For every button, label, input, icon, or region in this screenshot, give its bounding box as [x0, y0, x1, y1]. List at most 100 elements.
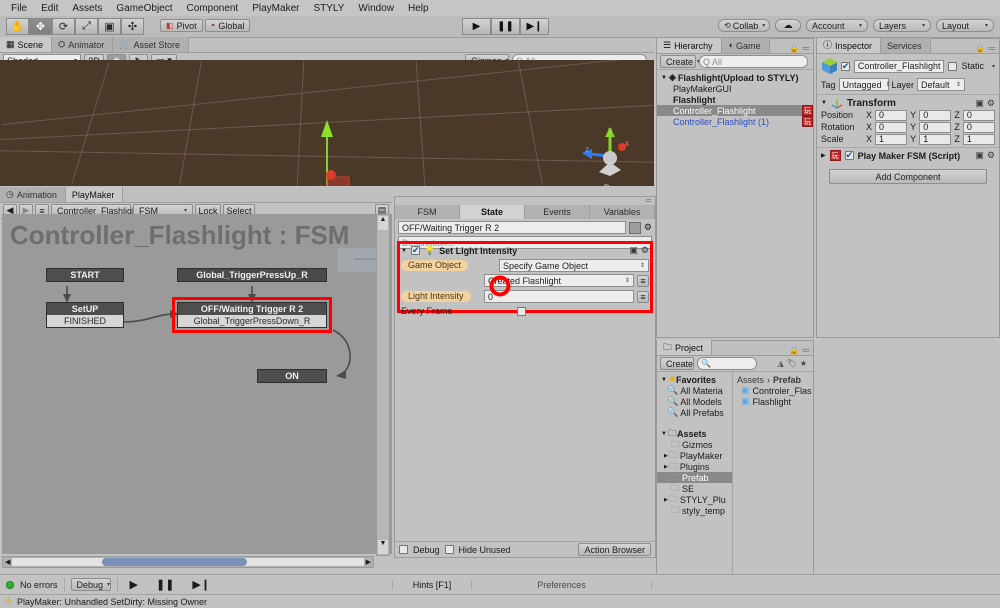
tab-hierarchy[interactable]: ☰ Hierarchy [657, 38, 722, 53]
state-node-trigger-press-up[interactable]: Global_TriggerPressUp_R [177, 268, 327, 282]
scroll-right-icon[interactable]: ▶ [364, 558, 373, 566]
menu-item-component[interactable]: Component [180, 3, 246, 14]
rotation-x-input[interactable]: 0 [875, 121, 908, 133]
game-object-menu-button[interactable]: ≡ [637, 274, 649, 287]
chevron-right-icon[interactable]: ▶ [664, 453, 668, 459]
orientation-gizmo[interactable]: y z x [575, 122, 645, 182]
favorite-all-materials[interactable]: 🔍 All Materia [657, 385, 732, 396]
favorite-all-models[interactable]: 🔍 All Models [657, 396, 732, 407]
tab-game[interactable]: ◖ Game [721, 38, 770, 53]
position-z-input[interactable]: 0 [962, 109, 995, 121]
state-color-swatch[interactable] [628, 221, 641, 234]
tab-services[interactable]: Services [881, 38, 931, 53]
global-toggle[interactable]: ◓ Global [204, 19, 251, 32]
layer-dropdown[interactable]: Default ⇕ [917, 78, 966, 91]
chevron-down-icon[interactable]: ▼ [661, 431, 667, 437]
panel-menu-icon[interactable]: ≔ [802, 346, 810, 355]
fsm-graph-canvas[interactable]: Controller_Flashlight : FSM START SetUP … [2, 214, 392, 554]
graph-hscrollbar[interactable]: ◀ ▶ [2, 556, 374, 568]
assets-root[interactable]: ▼ 🗀 Assets [657, 428, 732, 439]
position-y-input[interactable]: 0 [919, 109, 952, 121]
project-search-input[interactable]: 🔍 [697, 357, 757, 370]
filter-type-icon[interactable]: ◮ [778, 359, 784, 368]
hierarchy-root-item[interactable]: ▼ ◈ Flashlight(Upload to STYLY) [657, 72, 813, 83]
hide-unused-checkbox[interactable] [444, 545, 454, 554]
hierarchy-item-flashlight[interactable]: Flashlight [657, 94, 813, 105]
tab-state[interactable]: State [460, 205, 525, 219]
footer-play-button[interactable]: ▶ [124, 578, 144, 591]
lock-icon[interactable]: 🔒 [789, 346, 799, 355]
action-header[interactable]: ▼ 💡 Set Light Intensity ▣ ⚙ [401, 245, 649, 256]
gear-icon[interactable]: ⚙ [641, 245, 649, 256]
cloud-button[interactable]: ☁ [775, 19, 801, 32]
favorite-all-prefabs[interactable]: 🔍 All Prefabs [657, 407, 732, 418]
scene-viewport[interactable]: y z x ‹ Persp [0, 60, 654, 186]
scale-x-input[interactable]: 1 [875, 133, 908, 145]
hand-tool[interactable]: ✋ [6, 18, 29, 35]
hierarchy-item-controller-flashlight[interactable]: Controller_Flashlight 玩 [657, 105, 813, 116]
tab-inspector[interactable]: ⓘ Inspector [817, 38, 882, 53]
state-node-off-waiting[interactable]: OFF/Waiting Trigger R 2 Global_TriggerPr… [177, 302, 327, 328]
menu-item-window[interactable]: Window [351, 3, 401, 14]
hierarchy-item-playmakergui[interactable]: PlayMakerGUI [657, 83, 813, 94]
footer-pause-button[interactable]: ❚❚ [150, 578, 180, 591]
menu-item-file[interactable]: File [4, 3, 34, 14]
preferences-button[interactable]: Preferences [472, 579, 652, 590]
hierarchy-item-controller-flashlight-1[interactable]: Controller_Flashlight (1) 玩 [657, 116, 813, 127]
layout-button[interactable]: Layout ▾ [936, 19, 994, 32]
scale-z-input[interactable]: 1 [962, 133, 995, 145]
tab-variables[interactable]: Variables [590, 205, 655, 219]
tab-asset-store[interactable]: 🛒 Asset Store [113, 37, 190, 52]
lock-icon[interactable]: 🔒 [789, 44, 799, 53]
rotation-y-input[interactable]: 0 [919, 121, 952, 133]
tab-scene[interactable]: ▦ Scene [0, 37, 53, 52]
state-node-event[interactable]: FINISHED [47, 315, 123, 327]
hierarchy-create-button[interactable]: Create ▾ [660, 55, 700, 68]
breadcrumb-assets[interactable]: Assets [737, 375, 764, 385]
project-asset-item[interactable]: ▣ Controler_Flas [733, 385, 813, 396]
gear-icon[interactable]: ⚙ [987, 98, 995, 109]
graph-vscrollbar[interactable]: ▲ ▼ [376, 214, 390, 556]
move-tool[interactable]: ✥ [29, 18, 52, 35]
scroll-down-icon[interactable]: ▼ [378, 540, 388, 554]
chevron-down-icon[interactable]: ▼ [661, 377, 667, 383]
project-asset-item[interactable]: ▣ Flashlight [733, 396, 813, 407]
transform-tool[interactable]: ✣ [121, 18, 144, 35]
tab-animator[interactable]: ⛭ Animator [52, 37, 114, 52]
layers-button[interactable]: Layers ▾ [873, 19, 931, 32]
fsm-enabled-checkbox[interactable] [844, 150, 854, 161]
scroll-up-icon[interactable]: ▲ [378, 216, 388, 230]
object-name-input[interactable]: Controller_Flashlight [853, 59, 945, 73]
state-node-event[interactable]: Global_TriggerPressDown_R [178, 315, 326, 327]
chevron-right-icon[interactable]: ▶ [821, 152, 826, 159]
project-create-button[interactable]: Create ▾ [660, 357, 700, 370]
gear-icon[interactable]: ⚙ [987, 150, 995, 161]
scale-y-input[interactable]: 1 [919, 133, 952, 145]
pause-button[interactable]: ❚❚ [491, 18, 520, 35]
menu-item-playmaker[interactable]: PlayMaker [245, 3, 306, 14]
folder-styly-plugin[interactable]: ▶ 🗀 STYLY_Plu [657, 494, 732, 505]
tab-playmaker[interactable]: PlayMaker [65, 187, 124, 202]
add-component-button[interactable]: Add Component [829, 169, 987, 184]
state-node-setup[interactable]: SetUP FINISHED [46, 302, 124, 328]
tab-fsm[interactable]: FSM [395, 205, 460, 219]
preset-icon[interactable]: ▣ [975, 98, 984, 109]
perspective-label[interactable]: ‹ Persp [598, 183, 627, 186]
footer-step-button[interactable]: ▶❙ [186, 578, 216, 591]
pivot-toggle[interactable]: ◧ Pivot [160, 19, 203, 32]
tab-project[interactable]: 🗀 Project [657, 340, 713, 355]
tab-events[interactable]: Events [525, 205, 590, 219]
static-checkbox[interactable] [948, 61, 958, 71]
footer-debug-button[interactable]: Debug ▾ [70, 578, 111, 591]
hierarchy-search-input[interactable]: Q All [699, 55, 808, 68]
light-intensity-menu-button[interactable]: ≡ [637, 290, 649, 303]
collab-button[interactable]: ⟲ Collab ▾ [718, 19, 770, 32]
action-browser-button[interactable]: Action Browser [578, 543, 651, 556]
chevron-down-icon[interactable]: ▼ [661, 75, 667, 81]
favorites-root[interactable]: ▼ ★ Favorites [657, 374, 732, 385]
rotate-tool[interactable]: ⟳ [52, 18, 75, 35]
panel-menu-icon[interactable]: ≔ [802, 44, 810, 53]
state-name-input[interactable]: OFF/Waiting Trigger R 2 [398, 221, 626, 234]
rect-tool[interactable]: ▣ [98, 18, 121, 35]
scroll-left-icon[interactable]: ◀ [3, 558, 12, 566]
